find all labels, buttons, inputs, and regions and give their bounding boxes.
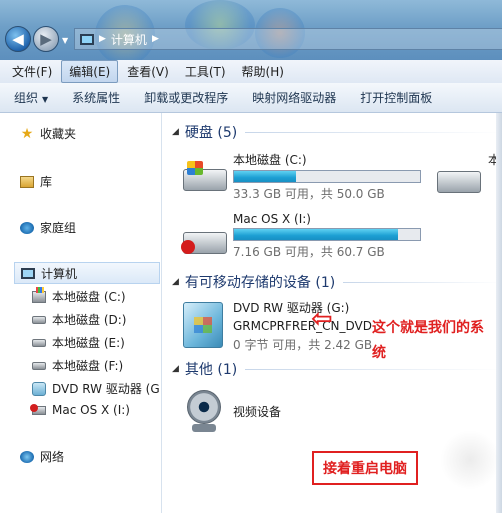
drive-icon <box>32 313 46 327</box>
uninstall-program-button[interactable]: 卸载或更改程序 <box>144 89 228 106</box>
nav-favorites-label: 收藏夹 <box>40 127 77 141</box>
device-name: 视频设备 <box>233 405 282 419</box>
drive-icon <box>32 336 46 350</box>
system-properties-button[interactable]: 系统属性 <box>72 89 120 106</box>
library-icon <box>20 175 34 189</box>
collapse-icon[interactable]: ◢ <box>172 364 179 374</box>
breadcrumb-computer[interactable]: 计算机 <box>111 31 147 48</box>
free-space-text: 7.16 GB 可用，共 60.7 GB <box>233 245 385 259</box>
command-bar: 组织 ▼ 系统属性 卸载或更改程序 映射网络驱动器 打开控制面板 <box>0 83 502 113</box>
homegroup-icon <box>20 221 34 235</box>
webcam-icon <box>187 390 221 424</box>
nav-drive-e[interactable]: 本地磁盘 (E:) <box>32 334 125 351</box>
network-icon <box>20 450 34 464</box>
nav-drive-d[interactable]: 本地磁盘 (D:) <box>32 311 126 328</box>
nav-drive-label: 本地磁盘 (C:) <box>52 290 126 304</box>
annotation-restart-text: 接着重启电脑 <box>323 461 407 477</box>
nav-drive-label: 本地磁盘 (D:) <box>52 313 127 327</box>
collapse-icon[interactable]: ◢ <box>172 277 179 287</box>
drive-name: Mac OS X (I:) <box>233 212 311 226</box>
chevron-down-icon: ▼ <box>42 95 49 104</box>
nav-drive-label: 本地磁盘 (F:) <box>52 359 124 373</box>
group-other-label: 其他 (1) <box>184 362 238 378</box>
nav-libraries[interactable]: 库 <box>20 173 52 190</box>
capacity-bar <box>233 170 421 183</box>
capacity-bar-fill <box>234 171 297 182</box>
chevron-right-icon[interactable]: ▶ <box>99 34 106 44</box>
nav-drive-f[interactable]: 本地磁盘 (F:) <box>32 357 123 374</box>
nav-drive-g[interactable]: DVD RW 驱动器 (G <box>32 380 160 397</box>
organize-button[interactable]: 组织 ▼ <box>14 89 48 106</box>
nav-network[interactable]: 网络 <box>20 448 64 465</box>
collapse-icon[interactable]: ◢ <box>172 127 179 137</box>
group-hard-disks-label: 硬盘 (5) <box>184 125 238 141</box>
drive-icon <box>32 359 46 373</box>
navigation-pane: ★ 收藏夹 库 家庭组 计算机 本地磁盘 (C:) 本地磁盘 (D:) 本地磁盘… <box>0 113 162 513</box>
group-removable-label: 有可移动存储的设备 (1) <box>184 275 336 291</box>
webcam-stand <box>192 424 216 432</box>
title-bar: ◀ ▶ ▼ ▶ 计算机 ▶ <box>0 0 502 60</box>
menu-tools[interactable]: 工具(T) <box>178 61 233 82</box>
nav-homegroup-label: 家庭组 <box>40 221 77 235</box>
group-other[interactable]: ◢ 其他 (1) <box>163 359 502 379</box>
apple-icon <box>181 240 195 254</box>
chevron-right-icon[interactable]: ▶ <box>152 34 159 44</box>
annotation-arrow-icon: ⇦ <box>311 304 333 334</box>
group-divider <box>343 281 502 283</box>
disc-label: GRMCPRFRER_CN_DVD <box>233 319 372 333</box>
nav-drive-label: 本地磁盘 (E:) <box>52 336 125 350</box>
menu-bar: 文件(F) 编辑(E) 查看(V) 工具(T) 帮助(H) <box>0 60 502 83</box>
computer-icon <box>21 266 35 280</box>
system-drive-icon <box>32 286 46 304</box>
nav-homegroup[interactable]: 家庭组 <box>20 219 76 236</box>
menu-file[interactable]: 文件(F) <box>5 61 59 82</box>
annotation-system-line1: 这个就是我们的系 <box>372 320 484 336</box>
group-hard-disks[interactable]: ◢ 硬盘 (5) <box>163 122 502 142</box>
nav-drive-c[interactable]: 本地磁盘 (C:) <box>32 286 126 305</box>
capacity-bar <box>233 228 421 241</box>
address-bar[interactable]: ▶ 计算机 ▶ <box>74 28 502 50</box>
nav-libraries-label: 库 <box>40 175 53 189</box>
nav-network-label: 网络 <box>40 450 65 464</box>
dvd-disc-icon <box>183 302 223 348</box>
nav-favorites[interactable]: ★ 收藏夹 <box>20 125 76 142</box>
map-network-drive-button[interactable]: 映射网络驱动器 <box>252 89 336 106</box>
organize-label: 组织 <box>14 91 39 105</box>
nav-drive-label: Mac OS X (I:) <box>52 403 130 417</box>
star-icon: ★ <box>20 125 34 142</box>
nav-drive-label: DVD RW 驱动器 (G <box>52 382 160 396</box>
group-divider <box>245 368 502 370</box>
menu-edit[interactable]: 编辑(E) <box>61 60 119 83</box>
nav-computer[interactable]: 计算机 <box>14 262 160 284</box>
drive-name: DVD RW 驱动器 (G:) <box>233 301 350 315</box>
drive-partial-tile[interactable]: 本 <box>433 149 502 201</box>
mac-drive-icon <box>30 403 46 417</box>
menu-view[interactable]: 查看(V) <box>120 61 176 82</box>
back-button[interactable]: ◀ <box>5 26 31 52</box>
nav-computer-label: 计算机 <box>41 266 78 281</box>
drive-i-tile[interactable]: Mac OS X (I:) 7.16 GB 可用，共 60.7 GB <box>163 210 433 262</box>
arrow-right-icon: ▶ <box>40 30 52 48</box>
annotation-restart-box: 接着重启电脑 <box>312 451 418 485</box>
group-removable[interactable]: ◢ 有可移动存储的设备 (1) <box>163 272 502 292</box>
video-device-tile[interactable]: 视频设备 <box>163 386 323 438</box>
computer-icon <box>80 33 94 45</box>
hard-disk-icon <box>437 171 481 193</box>
dvd-drive-tile[interactable]: DVD RW 驱动器 (G:) GRMCPRFRER_CN_DVD 0 字节 可… <box>163 297 373 355</box>
history-dropdown-icon[interactable]: ▼ <box>62 36 68 45</box>
open-control-panel-button[interactable]: 打开控制面板 <box>360 89 432 106</box>
capacity-bar-fill <box>234 229 399 240</box>
watermark <box>440 430 500 490</box>
forward-button[interactable]: ▶ <box>33 26 59 52</box>
free-space-text: 0 字节 可用，共 2.42 GB <box>233 338 373 352</box>
windows-logo-icon <box>187 161 203 175</box>
drive-c-tile[interactable]: 本地磁盘 (C:) 33.3 GB 可用，共 50.0 GB <box>163 149 433 201</box>
arrow-left-icon: ◀ <box>12 30 24 48</box>
drive-name: 本地磁盘 (C:) <box>233 153 307 167</box>
group-divider <box>245 131 502 133</box>
menu-help[interactable]: 帮助(H) <box>235 61 291 82</box>
free-space-text: 33.3 GB 可用，共 50.0 GB <box>233 187 385 201</box>
nav-drive-i[interactable]: Mac OS X (I:) <box>30 403 130 417</box>
dvd-drive-icon <box>32 381 46 396</box>
